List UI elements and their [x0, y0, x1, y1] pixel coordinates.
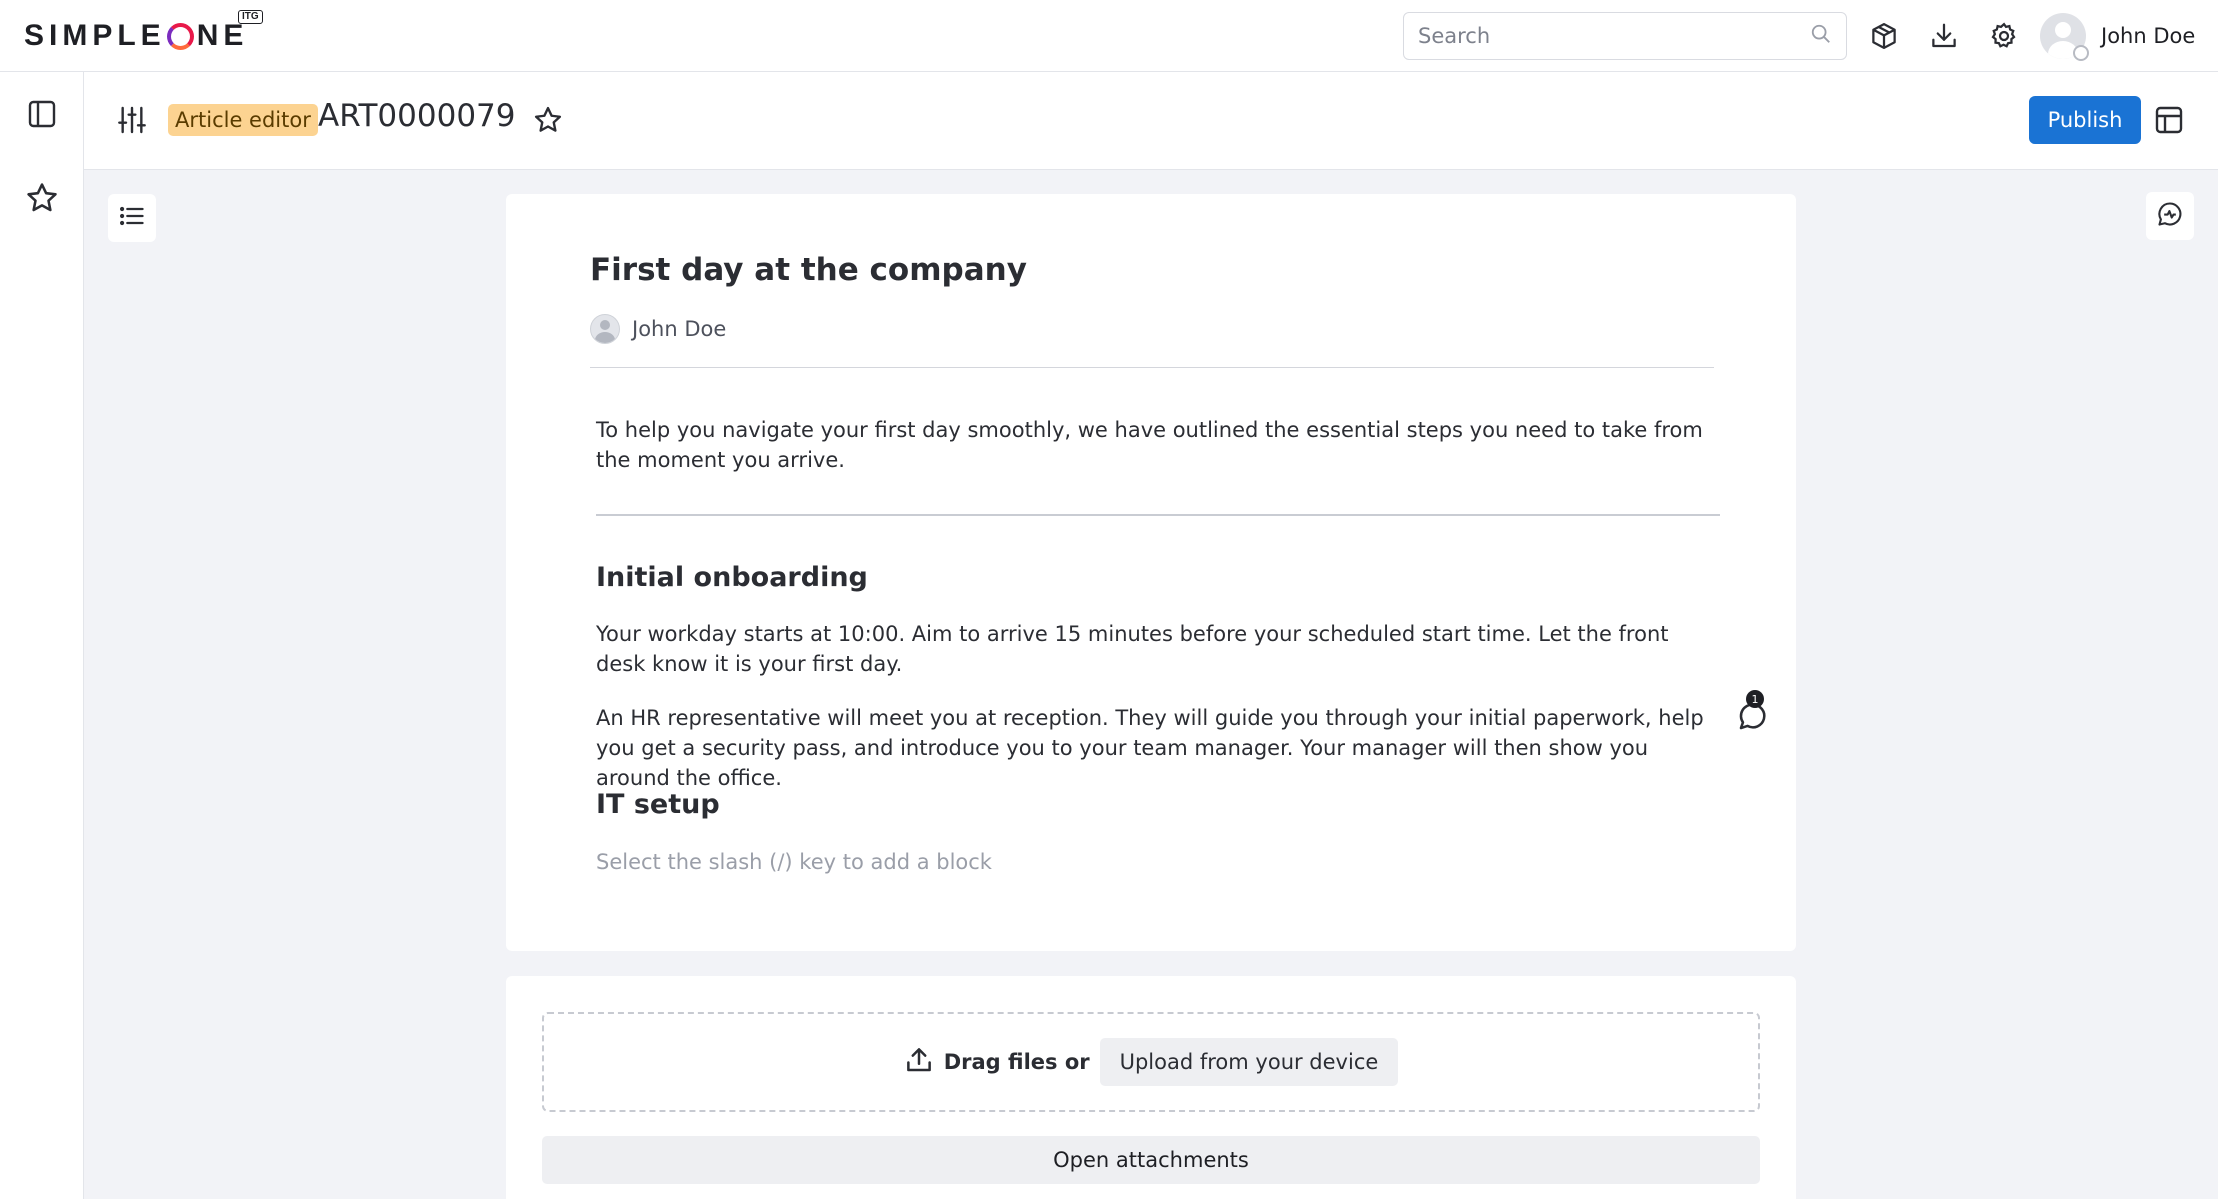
- user-menu[interactable]: John Doe: [2040, 12, 2196, 61]
- upload-button[interactable]: Upload from your device: [1099, 1038, 1399, 1086]
- favorite-star-icon[interactable]: [526, 98, 570, 142]
- comment-icon: [1736, 703, 1770, 737]
- intro-paragraph[interactable]: To help you navigate your first day smoo…: [596, 415, 1721, 475]
- package-icon[interactable]: [1862, 14, 1906, 58]
- section-heading-onboarding[interactable]: Initial onboarding: [596, 562, 868, 593]
- logo-text-left: SIMPLE: [24, 19, 166, 52]
- gear-icon[interactable]: [1982, 14, 2026, 58]
- file-dropzone[interactable]: Drag files or Upload from your device: [542, 1012, 1760, 1112]
- top-bar: SIMPLE NE ITG John Doe: [0, 0, 2218, 72]
- settings-sliders-icon[interactable]: [110, 98, 154, 142]
- search-icon[interactable]: [1810, 23, 1832, 49]
- list-icon: [118, 202, 146, 234]
- drag-files-label: Drag files or: [943, 1050, 1090, 1074]
- onboarding-paragraph-2[interactable]: An HR representative will meet you at re…: [596, 703, 1721, 793]
- article-title[interactable]: First day at the company: [590, 252, 1027, 288]
- logo-text-right: NE: [196, 19, 249, 52]
- logo-ring-icon: [166, 22, 194, 50]
- article-editor[interactable]: First day at the company John Doe To hel…: [506, 194, 1796, 951]
- logo-badge: ITG: [238, 10, 263, 24]
- article-author: John Doe: [590, 314, 726, 344]
- status-badge: [2073, 45, 2089, 61]
- logo[interactable]: SIMPLE NE ITG: [24, 10, 263, 54]
- comment-count-badge: 1: [1746, 690, 1764, 708]
- sidebar-toggle-icon[interactable]: [20, 92, 64, 136]
- chat-activity-icon: [2156, 200, 2184, 232]
- author-name: John Doe: [632, 317, 727, 341]
- table-of-contents-button[interactable]: [108, 194, 156, 242]
- publish-button[interactable]: Publish: [2029, 96, 2141, 144]
- upload-icon: [904, 1045, 934, 1079]
- download-icon[interactable]: [1922, 14, 1966, 58]
- open-attachments-button[interactable]: Open attachments: [542, 1136, 1760, 1184]
- divider-block[interactable]: [596, 514, 1720, 516]
- star-icon[interactable]: [20, 176, 64, 220]
- search-input[interactable]: [1418, 24, 1810, 48]
- user-name: John Doe: [2101, 24, 2196, 48]
- add-block-placeholder[interactable]: Select the slash (/) key to add a block: [596, 850, 992, 874]
- divider: [590, 367, 1714, 368]
- section-heading-it-setup[interactable]: IT setup: [596, 789, 720, 820]
- search-box[interactable]: [1403, 12, 1847, 60]
- author-avatar: [590, 314, 620, 344]
- sidebar: [0, 72, 84, 1199]
- article-editor-badge: Article editor: [168, 104, 318, 136]
- attachments-panel: Drag files or Upload from your device Op…: [506, 976, 1796, 1199]
- onboarding-paragraph-1[interactable]: Your workday starts at 10:00. Aim to arr…: [596, 619, 1721, 679]
- record-id: ART0000079: [318, 98, 516, 134]
- layout-icon[interactable]: [2147, 98, 2191, 142]
- editor-toolbar: Article editor ART0000079 Publish: [84, 72, 2218, 170]
- activity-feed-button[interactable]: [2146, 192, 2194, 240]
